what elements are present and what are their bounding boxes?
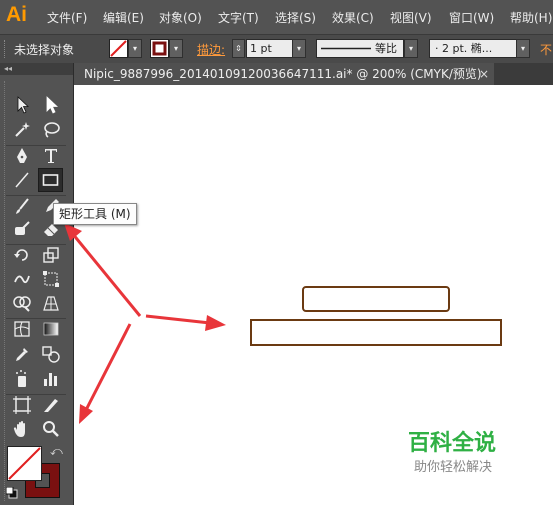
paintbrush-tool[interactable] bbox=[11, 195, 33, 217]
variable-width-profile[interactable]: 等比 bbox=[316, 39, 404, 58]
menu-bar: Ai 文件(F) 编辑(E) 对象(O) 文字(T) 选择(S) 效果(C) 视… bbox=[0, 0, 553, 34]
rotate-tool[interactable] bbox=[11, 244, 33, 266]
blend-icon bbox=[42, 346, 60, 363]
stroke-dropdown[interactable]: ▾ bbox=[169, 39, 183, 58]
selection-status: 未选择对象 bbox=[14, 43, 75, 57]
stroke-color-icon bbox=[152, 41, 167, 56]
stroke-weight-field[interactable]: 1 pt bbox=[246, 39, 295, 58]
scale-tool[interactable] bbox=[40, 244, 62, 266]
tools-panel: ◂◂ ⤺ bbox=[0, 63, 74, 505]
direct-selection-arrow-icon bbox=[46, 96, 59, 114]
stroke-label[interactable]: 描边: bbox=[197, 41, 225, 58]
magic-wand-tool[interactable] bbox=[11, 119, 33, 141]
swap-fill-stroke-icon[interactable]: ⤺ bbox=[50, 444, 63, 459]
document-title: Nipic_9887996_20140109120036647111.ai* @… bbox=[84, 67, 482, 81]
magic-wand-icon bbox=[15, 122, 30, 137]
profile-dropdown[interactable]: ▾ bbox=[404, 39, 418, 58]
free-transform-icon bbox=[43, 271, 59, 287]
stroke-weight-stepper[interactable]: ⇕ bbox=[232, 39, 245, 58]
perspective-grid-icon bbox=[43, 296, 59, 311]
menu-edit[interactable]: 编辑(E) bbox=[103, 9, 144, 26]
menu-type[interactable]: 文字(T) bbox=[218, 9, 259, 26]
column-graph-icon bbox=[44, 373, 57, 386]
artboard-icon bbox=[13, 396, 31, 414]
stroke-weight-dropdown[interactable]: ▾ bbox=[292, 39, 306, 58]
free-transform-tool[interactable] bbox=[40, 268, 62, 290]
slice-tool[interactable] bbox=[40, 394, 62, 416]
gradient-tool[interactable] bbox=[40, 318, 62, 340]
blend-tool[interactable] bbox=[40, 343, 62, 365]
watermark-subtitle: 助你轻松解决 bbox=[414, 460, 493, 475]
blob-brush-tool[interactable] bbox=[11, 218, 33, 240]
mesh-tool[interactable] bbox=[11, 318, 33, 340]
paintbrush-icon bbox=[16, 198, 29, 214]
fill-dropdown[interactable]: ▾ bbox=[128, 39, 142, 58]
symbol-sprayer-tool[interactable] bbox=[11, 368, 33, 390]
rectangle-icon bbox=[42, 174, 59, 186]
tools-panel-grip[interactable] bbox=[4, 81, 11, 501]
menu-window[interactable]: 窗口(W) bbox=[449, 9, 494, 26]
gradient-icon bbox=[43, 322, 59, 336]
mesh-icon bbox=[14, 321, 30, 337]
warp-tool[interactable] bbox=[11, 268, 33, 290]
fill-swatch[interactable] bbox=[109, 39, 128, 58]
artboard-tool[interactable] bbox=[11, 394, 33, 416]
fill-none-icon bbox=[8, 447, 41, 480]
control-bar-grip[interactable] bbox=[4, 40, 7, 58]
lasso-icon bbox=[44, 122, 60, 138]
warp-icon bbox=[14, 275, 30, 284]
document-tab[interactable]: Nipic_9887996_20140109120036647111.ai* @… bbox=[74, 63, 494, 85]
hand-icon bbox=[13, 421, 25, 437]
line-segment-tool[interactable] bbox=[11, 169, 33, 191]
type-t-icon bbox=[45, 149, 57, 163]
menu-view[interactable]: 视图(V) bbox=[390, 9, 432, 26]
eyedropper-icon bbox=[16, 348, 28, 361]
menu-effect[interactable]: 效果(C) bbox=[332, 9, 374, 26]
rectangle-tool[interactable] bbox=[38, 168, 63, 192]
rotate-icon bbox=[14, 249, 28, 261]
fill-none-icon bbox=[110, 40, 127, 57]
hand-tool[interactable] bbox=[11, 418, 33, 440]
opacity-label[interactable]: 不 bbox=[540, 41, 552, 58]
brush-definition[interactable]: · 2 pt. 椭... bbox=[429, 39, 521, 58]
tools-panel-collapse[interactable]: ◂◂ bbox=[0, 63, 73, 75]
scale-icon bbox=[43, 247, 59, 263]
lasso-tool[interactable] bbox=[40, 119, 62, 141]
pen-nib-icon bbox=[17, 148, 27, 163]
line-segment-icon bbox=[15, 172, 29, 188]
watermark-title: 百科全说 bbox=[408, 431, 497, 456]
close-tab-icon[interactable]: × bbox=[479, 63, 489, 85]
column-graph-tool[interactable] bbox=[40, 368, 62, 390]
pen-tool[interactable] bbox=[11, 145, 33, 167]
selection-tool[interactable] bbox=[11, 94, 33, 116]
profile-line-icon bbox=[321, 47, 371, 50]
blob-brush-icon bbox=[15, 221, 30, 235]
fill-color-box[interactable] bbox=[7, 446, 42, 481]
control-bar: 未选择对象 ▾ ▾ 描边: ⇕ 1 pt ▾ 等比 ▾ · 2 pt. 椭...… bbox=[0, 34, 553, 64]
menu-select[interactable]: 选择(S) bbox=[275, 9, 316, 26]
shape-builder-icon bbox=[13, 296, 31, 312]
menu-file[interactable]: 文件(F) bbox=[47, 9, 87, 26]
profile-label: 等比 bbox=[375, 42, 397, 55]
symbol-sprayer-icon bbox=[16, 370, 26, 387]
eyedropper-tool[interactable] bbox=[11, 343, 33, 365]
direct-selection-tool[interactable] bbox=[40, 94, 62, 116]
menu-object[interactable]: 对象(O) bbox=[159, 9, 202, 26]
rectangle-tool-tooltip: 矩形工具 (M) bbox=[53, 203, 137, 225]
default-fill-stroke-icon[interactable] bbox=[5, 486, 18, 499]
type-tool[interactable] bbox=[40, 145, 62, 167]
shape-builder-tool[interactable] bbox=[11, 292, 33, 314]
perspective-grid-tool[interactable] bbox=[40, 292, 62, 314]
document-tab-bar: Nipic_9887996_20140109120036647111.ai* @… bbox=[74, 63, 553, 85]
selection-arrow-icon bbox=[17, 96, 30, 114]
menu-help[interactable]: 帮助(H) bbox=[510, 9, 552, 26]
app-logo: Ai bbox=[6, 3, 27, 26]
brush-dropdown[interactable]: ▾ bbox=[516, 39, 530, 58]
zoom-tool[interactable] bbox=[40, 418, 62, 440]
zoom-magnifier-icon bbox=[43, 421, 59, 437]
stroke-swatch[interactable] bbox=[150, 39, 169, 58]
slice-knife-icon bbox=[44, 399, 58, 412]
